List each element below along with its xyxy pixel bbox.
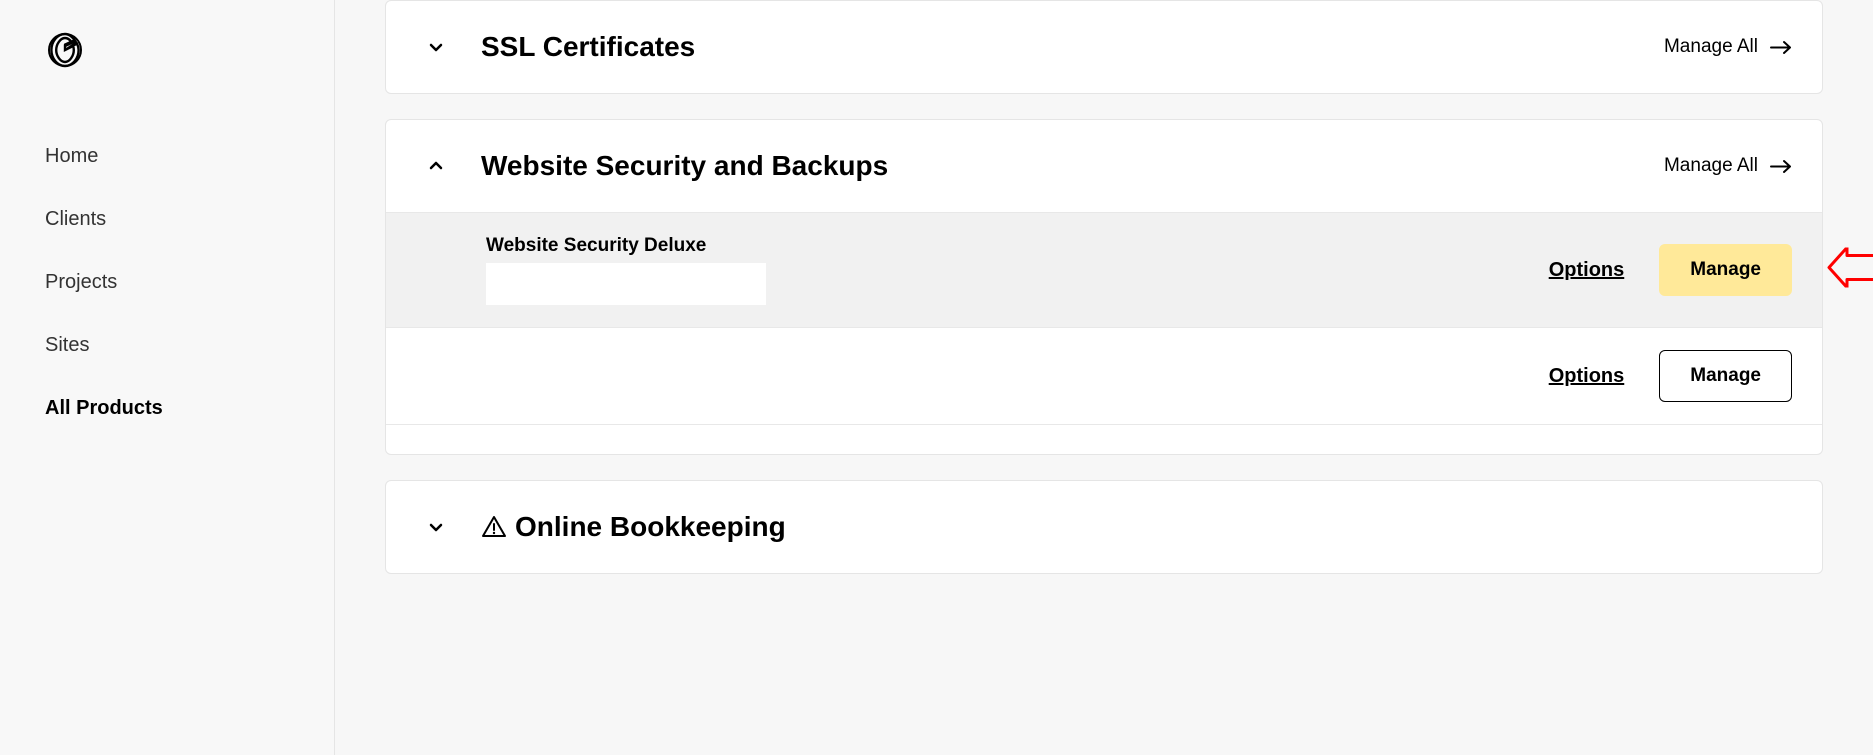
product-row-security-deluxe: Website Security Deluxe Options Manage — [386, 212, 1822, 327]
ssl-card-header: SSL Certificates Manage All — [386, 1, 1822, 93]
manage-all-label: Manage All — [1664, 36, 1758, 58]
main-content: SSL Certificates Manage All Website Secu… — [335, 0, 1873, 755]
annotation-arrow-icon — [1827, 248, 1873, 293]
website-security-card: Website Security and Backups Manage All … — [385, 119, 1823, 455]
nav-item-home[interactable]: Home — [0, 125, 334, 188]
manage-all-label: Manage All — [1664, 155, 1758, 177]
product-row-item: Options Manage — [386, 327, 1822, 424]
security-card-title: Website Security and Backups — [481, 150, 888, 182]
security-card-header: Website Security and Backups Manage All — [386, 120, 1822, 212]
bookkeeping-card-header: Online Bookkeeping — [386, 481, 1822, 573]
chevron-up-icon[interactable] — [416, 156, 456, 176]
nav-list: Home Clients Projects Sites All Products — [0, 125, 334, 440]
options-link[interactable]: Options — [1549, 365, 1625, 388]
nav-item-sites[interactable]: Sites — [0, 314, 334, 377]
manage-button[interactable]: Manage — [1659, 350, 1792, 402]
godaddy-logo-icon — [45, 30, 85, 70]
sidebar: Home Clients Projects Sites All Products — [0, 0, 335, 755]
nav-item-projects[interactable]: Projects — [0, 251, 334, 314]
ssl-card-title: SSL Certificates — [481, 31, 695, 63]
bookkeeping-card-title: Online Bookkeeping — [481, 511, 786, 543]
logo[interactable] — [0, 30, 334, 75]
arrow-right-icon — [1770, 40, 1792, 55]
product-name: Website Security Deluxe — [486, 235, 1549, 257]
card-footer-spacer — [386, 424, 1822, 454]
warning-icon — [481, 514, 507, 540]
product-detail-redacted — [486, 263, 766, 305]
options-link[interactable]: Options — [1549, 259, 1625, 282]
arrow-right-icon — [1770, 159, 1792, 174]
ssl-certificates-card: SSL Certificates Manage All — [385, 0, 1823, 94]
ssl-manage-all-link[interactable]: Manage All — [1664, 36, 1792, 58]
online-bookkeeping-card: Online Bookkeeping — [385, 480, 1823, 574]
manage-button-primary[interactable]: Manage — [1659, 244, 1792, 296]
security-manage-all-link[interactable]: Manage All — [1664, 155, 1792, 177]
nav-item-all-products[interactable]: All Products — [0, 377, 334, 440]
chevron-down-icon[interactable] — [416, 37, 456, 57]
chevron-down-icon[interactable] — [416, 517, 456, 537]
bookkeeping-title-text: Online Bookkeeping — [515, 511, 786, 543]
product-info: Website Security Deluxe — [486, 235, 1549, 305]
nav-item-clients[interactable]: Clients — [0, 188, 334, 251]
